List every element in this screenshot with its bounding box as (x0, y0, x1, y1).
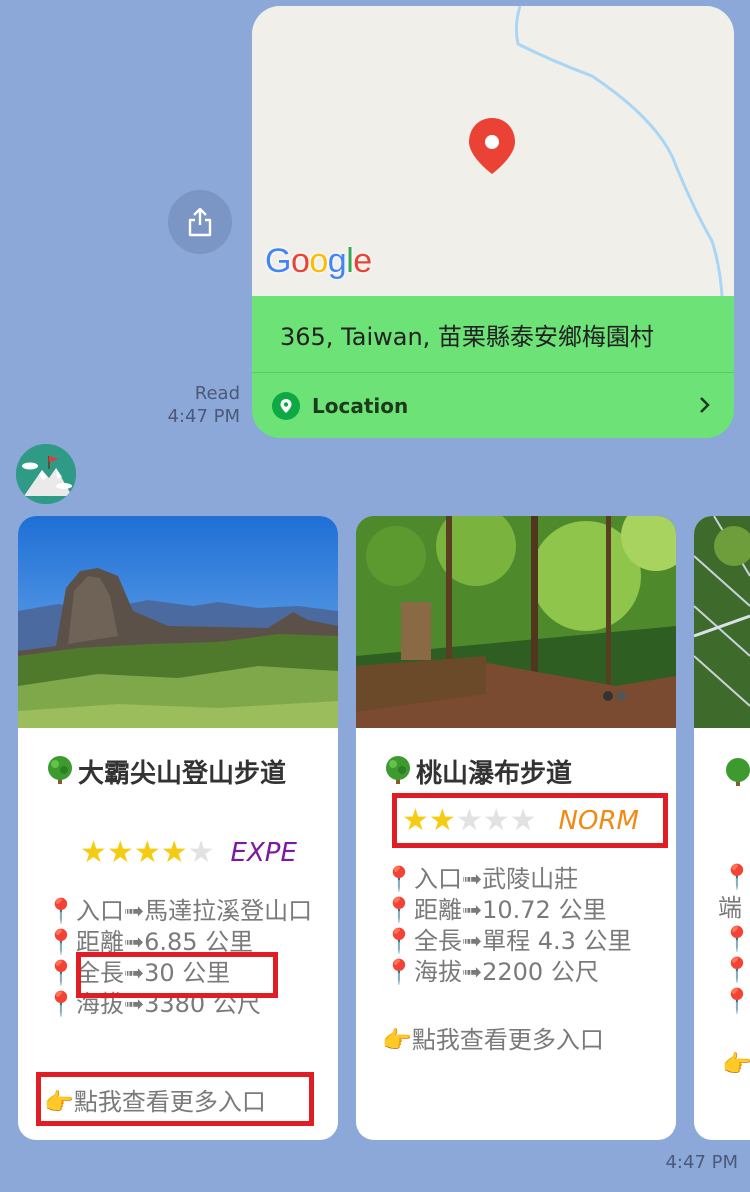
star-filled-icon: ★ (80, 835, 107, 870)
google-logo: Google (265, 242, 372, 280)
info-altitude: 📍海拔➟2200 公尺 (384, 958, 599, 986)
highlight-box (36, 1072, 314, 1126)
trail-title: 大霸尖山登山步道 (44, 754, 314, 795)
more-entrances-link[interactable]: 👉點我查看更多入口 (382, 1020, 604, 1055)
location-label: Location (312, 393, 409, 418)
pushpin-icon: 📍 (722, 956, 750, 984)
map-preview[interactable]: Google (252, 6, 734, 297)
message-time: 4:47 PM (167, 406, 240, 427)
avatar[interactable] (16, 444, 76, 504)
difficulty-rating: ★ ★ ★ ★ ★ EXPE (80, 835, 297, 870)
trail-photo (356, 516, 676, 728)
location-icon (272, 391, 300, 420)
star-empty-icon: ★ (187, 835, 215, 870)
trail-card-1[interactable]: 大霸尖山登山步道 ★ ★ ★ ★ ★ EXPE 📍入口➟馬達拉溪登山口 📍距離➟… (18, 516, 338, 1140)
info-length: 📍全長➟單程 4.3 公里 (384, 927, 632, 955)
pushpin-icon: 📍 (722, 925, 750, 953)
pushpin-icon: 📍 (46, 990, 76, 1018)
highlight-box (392, 793, 668, 848)
pushpin-icon: 📍 (384, 927, 414, 955)
point-right-icon: 👉 (722, 1050, 750, 1078)
read-status: Read (194, 383, 240, 404)
share-icon (188, 207, 212, 237)
trail-info: 📍 端 📍 📍 📍 (718, 862, 750, 1017)
highlight-box (76, 952, 278, 998)
trail-title-text: 大霸尖山登山步道 (78, 759, 287, 789)
star-filled-icon: ★ (160, 835, 188, 870)
info-distance: 📍距離➟10.72 公里 (384, 896, 607, 924)
trail-card-3[interactable]: 📍 端 📍 📍 📍 👉 (694, 516, 750, 1140)
chevron-right-icon (700, 397, 710, 413)
location-message[interactable]: Google 365, Taiwan, 苗栗縣泰安鄉梅園村 Location (252, 6, 734, 438)
share-button[interactable] (168, 190, 232, 254)
trail-title-text: 桃山瀑布步道 (416, 759, 573, 789)
tree-icon (44, 754, 76, 795)
tree-icon (382, 754, 414, 795)
tree-icon (722, 756, 750, 792)
pushpin-icon: 📍 (722, 863, 750, 891)
pushpin-icon: 📍 (384, 896, 414, 924)
star-filled-icon: ★ (106, 835, 134, 870)
info-entrance: 📍入口➟馬達拉溪登山口 (46, 897, 313, 925)
pushpin-icon: 📍 (46, 897, 76, 925)
star-filled-icon: ★ (133, 835, 161, 870)
trail-photo (18, 516, 338, 728)
carousel-time: 4:47 PM (665, 1152, 738, 1173)
location-address: 365, Taiwan, 苗栗縣泰安鄉梅園村 (280, 322, 654, 351)
difficulty-level: EXPE (230, 838, 297, 868)
trail-info: 📍入口➟武陵山莊 📍距離➟10.72 公里 📍全長➟單程 4.3 公里 📍海拔➟… (384, 864, 674, 988)
pushpin-icon: 📍 (384, 865, 414, 893)
pushpin-icon: 📍 (384, 958, 414, 986)
pushpin-icon: 📍 (46, 959, 76, 987)
pushpin-icon: 📍 (46, 928, 76, 956)
read-receipt: Read 4:47 PM (167, 382, 240, 428)
location-footer[interactable]: Location (252, 373, 734, 438)
map-pin-icon (469, 118, 515, 174)
info-entrance: 📍入口➟武陵山莊 (384, 865, 579, 893)
partial-text: 端 (718, 894, 742, 922)
trail-title: 桃山瀑布步道 (382, 754, 652, 795)
trail-photo (694, 516, 750, 728)
pushpin-icon: 📍 (722, 987, 750, 1015)
